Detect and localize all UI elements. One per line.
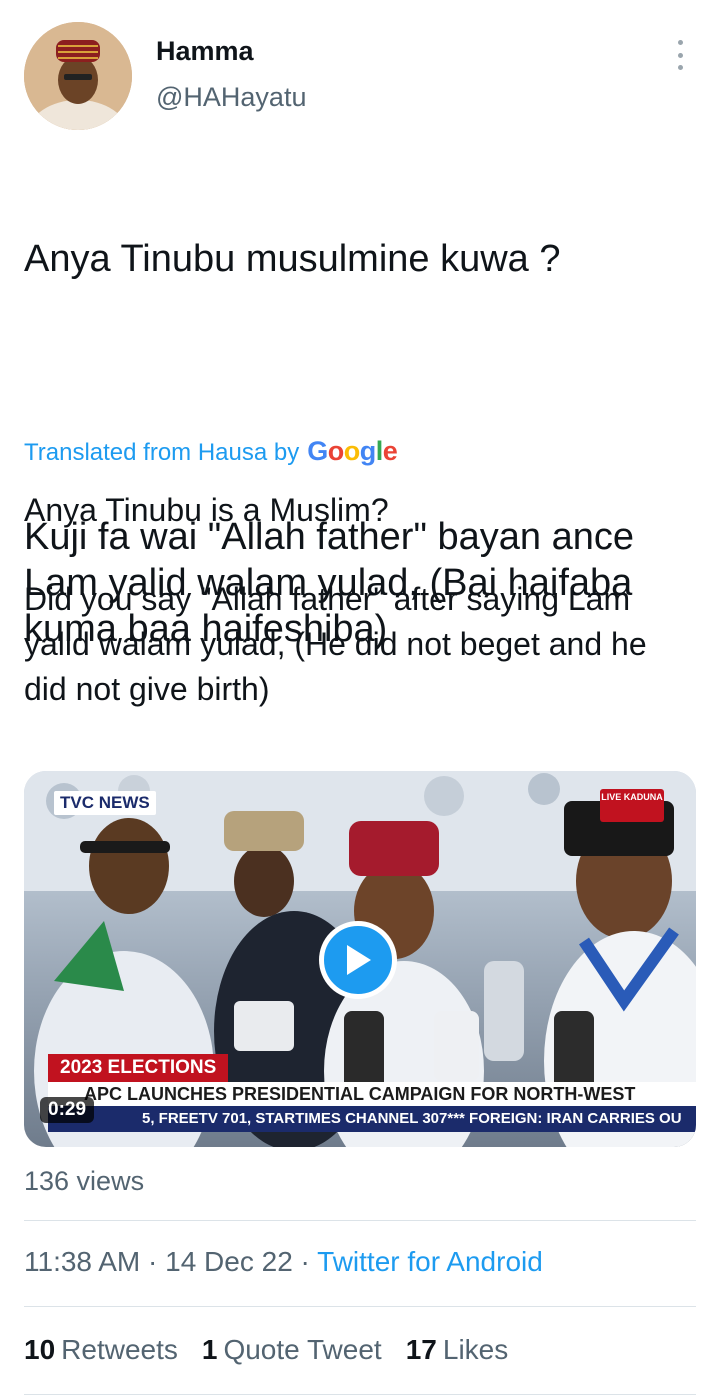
video-player[interactable]: TVC NEWS LIVE KADUNA 2023 ELECTIONS APC … [24, 771, 696, 1147]
divider [24, 1394, 696, 1395]
live-tag: LIVE KADUNA [600, 789, 664, 822]
news-ticker: 5, FREETV 701, STARTIMES CHANNEL 307*** … [48, 1106, 696, 1132]
tweet-line-1: Anya Tinubu musulmine kuwa ? [24, 238, 561, 280]
tweet-source-link[interactable]: Twitter for Android [317, 1246, 543, 1277]
avatar-photo [24, 22, 132, 130]
author-handle[interactable]: @HAHayatu [156, 82, 306, 113]
meta-separator: · [300, 1246, 318, 1277]
tweet-meta: 11:38 AM · 14 Dec 22 · Twitter for Andro… [24, 1246, 543, 1278]
divider [24, 1220, 696, 1221]
tweet-stats: 10 Retweets 1 Quote Tweet 17 Likes [24, 1334, 508, 1366]
translation-line-1: Anya Tinubu is a Muslim? [24, 492, 389, 528]
play-icon[interactable] [319, 921, 397, 999]
author-name[interactable]: Hamma [156, 36, 254, 67]
retweets-stat[interactable]: 10 Retweets [24, 1334, 178, 1366]
translated-from-label[interactable]: Translated from Hausa by [24, 439, 299, 467]
likes-stat[interactable]: 17 Likes [406, 1334, 509, 1366]
quote-tweets-stat[interactable]: 1 Quote Tweet [202, 1334, 382, 1366]
more-options-icon[interactable] [668, 40, 692, 70]
view-count: 136 views [24, 1166, 145, 1196]
translated-text: Anya Tinubu is a Muslim? Did you say "Al… [24, 488, 694, 712]
tweet-time: 11:38 AM [24, 1246, 141, 1277]
translation-attribution[interactable]: Translated from Hausa by Google [24, 436, 398, 467]
video-duration: 0:29 [40, 1097, 95, 1123]
news-headline: APC LAUNCHES PRESIDENTIAL CAMPAIGN FOR N… [48, 1082, 696, 1106]
lower-third-label: 2023 ELECTIONS [48, 1054, 229, 1082]
google-logo: Google [307, 436, 398, 466]
tweet-date: 14 Dec 22 [165, 1246, 293, 1277]
divider [24, 1306, 696, 1307]
avatar[interactable] [24, 22, 132, 130]
translation-line-2: Did you say "Allah father" after saying … [24, 581, 647, 707]
channel-logo: TVC NEWS [54, 791, 156, 815]
meta-separator: · [148, 1246, 166, 1277]
